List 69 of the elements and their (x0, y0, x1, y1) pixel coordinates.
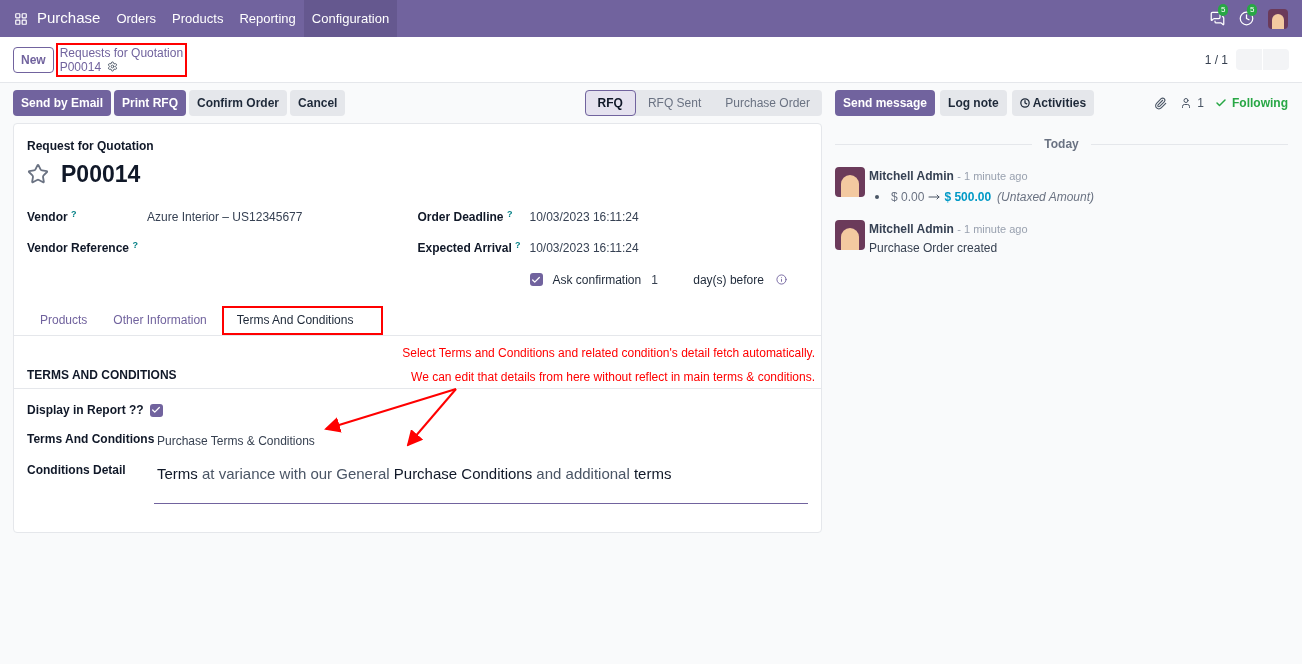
days-suffix: day(s) before (693, 271, 764, 289)
field-label: Conditions Detail (27, 461, 127, 479)
days-field[interactable]: 1 (651, 270, 694, 289)
status-step[interactable]: Purchase Order (713, 90, 822, 116)
annotation-text: We can edit that details from here without reflect in main terms & conditions. (411, 368, 815, 386)
action-button[interactable]: Send by Email (13, 90, 112, 116)
form-tab[interactable]: Products (27, 305, 101, 335)
action-button[interactable]: Confirm Order (189, 90, 288, 116)
field-value[interactable]: 10/03/2023 16:11:24 (529, 239, 639, 257)
avatar (835, 220, 865, 250)
field-value[interactable]: Azure Interior – US12345677 (147, 208, 303, 226)
field-label: Terms And Conditions (27, 431, 156, 448)
checkbox[interactable] (529, 273, 543, 286)
message-author[interactable]: Mitchell Admin (869, 222, 954, 236)
status-step[interactable]: RFQ (584, 90, 636, 116)
star-icon[interactable] (27, 163, 49, 186)
breadcrumb-link[interactable]: Requests for Quotation (59, 45, 184, 60)
day-separator: Today (1044, 136, 1079, 153)
activity-icon[interactable] (1239, 11, 1254, 26)
chatter-button[interactable]: Send message (835, 90, 936, 116)
message-time: - 1 minute ago (957, 170, 1028, 182)
followers-icon[interactable] (1180, 97, 1193, 109)
field-value[interactable]: 10/03/2023 16:11:24 (529, 208, 639, 226)
form-subtitle: Request for Quotation (27, 138, 155, 155)
checkbox-label: Ask confirmation (552, 271, 642, 289)
menu-item[interactable]: Reporting (231, 0, 304, 37)
message-time: - 1 minute ago (957, 223, 1028, 235)
new-value: $ 500.00 (944, 189, 992, 206)
field-label: Expected Arrival $^{?}$ (417, 239, 522, 257)
tracked-field: (Untaxed Amount) (997, 188, 1095, 206)
field-label: Vendor $^{?}$ (27, 208, 78, 226)
user-avatar[interactable] (1268, 8, 1288, 29)
form-tab[interactable]: Other Information (100, 305, 220, 335)
app-name[interactable]: Purchase (37, 7, 101, 30)
message-body: Purchase Order created (869, 240, 999, 257)
status-step[interactable]: RFQ Sent (635, 90, 714, 116)
check-icon (1215, 97, 1227, 109)
avatar (835, 167, 865, 197)
field-label: Order Deadline $^{?}$ (417, 208, 514, 226)
settings-icon[interactable] (107, 61, 119, 72)
field-label: Vendor Reference $^{?}$ (27, 239, 139, 257)
followers-count[interactable]: 1 (1197, 94, 1204, 112)
old-value: $ 0.00 (891, 189, 925, 206)
menu-item[interactable]: Configuration (303, 0, 398, 37)
section-title: TERMS AND CONDITIONS (27, 367, 177, 384)
conditions-editor[interactable]: Terms at variance with our General Purchase Conditions and additional terms (154, 458, 808, 504)
action-button[interactable]: Cancel (290, 90, 346, 116)
form-tab[interactable]: Terms And Conditions (221, 305, 384, 335)
field-value[interactable]: Purchase Terms & Conditions (157, 432, 315, 450)
chatter-button[interactable]: Log note (940, 90, 1007, 116)
message-author[interactable]: Mitchell Admin (869, 169, 954, 183)
chatter-button[interactable]: Activities (1011, 90, 1095, 116)
info-icon[interactable] (775, 274, 787, 285)
annotation-text: Select Terms and Conditions and related condition's detail fetch automatically. (402, 344, 815, 362)
menu-item[interactable]: Products (164, 0, 232, 37)
attachment-icon[interactable] (1154, 96, 1168, 110)
action-button[interactable]: Print RFQ (114, 90, 187, 116)
pager-value: 1 / 1 (1204, 51, 1228, 69)
clock-icon (1019, 98, 1030, 108)
activity-badge: 5 (1247, 4, 1258, 16)
new-button[interactable]: New (13, 46, 54, 73)
apps-menu-icon[interactable] (14, 11, 28, 26)
record-title: P00014 (61, 160, 141, 189)
checkbox[interactable] (149, 403, 163, 417)
field-label: Display in Report ?? (27, 402, 144, 419)
menu-item[interactable]: Orders (108, 0, 165, 37)
record-name: P00014 (59, 59, 102, 74)
messages-badge: 5 (1218, 4, 1229, 16)
messages-icon[interactable] (1210, 11, 1225, 26)
